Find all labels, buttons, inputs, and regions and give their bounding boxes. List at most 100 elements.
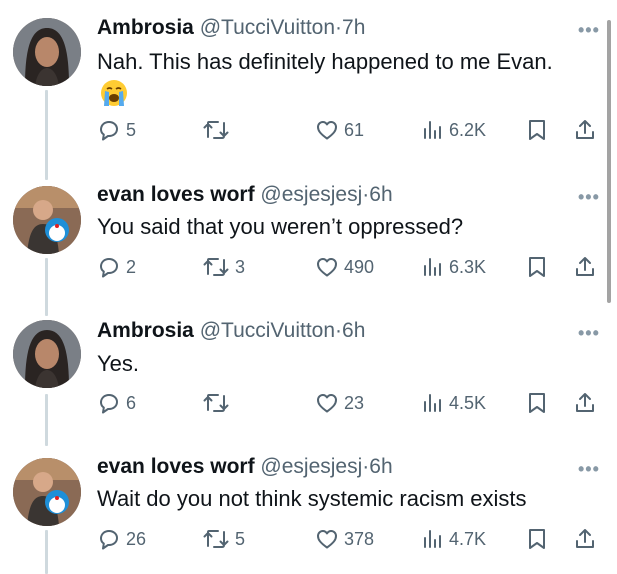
bookmark-icon (529, 257, 545, 277)
reply-count: 2 (126, 256, 137, 277)
retweet-icon (203, 530, 229, 548)
tweet-header: Ambrosia @TucciVuitton·6h (97, 319, 365, 343)
display-name[interactable]: Ambrosia (97, 319, 194, 342)
views-button[interactable]: 6.2K (420, 118, 486, 142)
view-count: 6.3K (449, 256, 487, 277)
reply-icon (100, 394, 118, 414)
like-button[interactable]: 61 (315, 118, 364, 142)
views-icon (424, 530, 441, 548)
display-name[interactable]: evan loves worf (97, 455, 255, 478)
separator: · (335, 16, 343, 39)
thread-line (45, 90, 48, 180)
view-count: 6.2K (449, 119, 487, 140)
views-icon (424, 258, 441, 276)
share-button[interactable] (573, 118, 597, 142)
retweet-icon (203, 258, 229, 276)
reply-button[interactable]: 5 (97, 118, 136, 142)
action-bar: 6 23 4.5K (97, 391, 607, 417)
bookmark-icon (529, 529, 545, 549)
share-icon (576, 120, 594, 139)
retweet-icon (203, 121, 229, 139)
tweet-header: Ambrosia @TucciVuitton·7h (97, 16, 365, 40)
like-button[interactable]: 490 (315, 255, 374, 279)
more-options-icon[interactable]: ••• (578, 188, 600, 206)
reply-icon (100, 530, 118, 550)
tweet-text: Yes. (97, 351, 140, 376)
action-bar: 2 3 490 6.3K (97, 255, 607, 281)
share-icon (576, 529, 594, 548)
share-button[interactable] (573, 255, 597, 279)
user-handle[interactable]: @esjesjesj (260, 183, 362, 206)
like-count: 23 (344, 392, 365, 413)
like-button[interactable]: 23 (315, 391, 364, 415)
thread-line (45, 530, 48, 574)
timestamp[interactable]: 6h (342, 319, 365, 342)
views-button[interactable]: 4.5K (420, 391, 486, 415)
bookmark-button[interactable] (525, 255, 549, 279)
share-button[interactable] (573, 527, 597, 551)
thread-line (45, 394, 48, 446)
avatar[interactable] (13, 18, 81, 86)
reply-icon (100, 121, 118, 141)
reply-button[interactable]: 6 (97, 391, 136, 415)
like-count: 61 (344, 119, 365, 140)
retweet-button[interactable]: 5 (202, 527, 245, 551)
retweet-button[interactable] (202, 118, 235, 142)
avatar[interactable] (13, 458, 81, 526)
bookmark-icon (529, 393, 545, 413)
action-bar: 5 61 6.2K (97, 118, 607, 144)
display-name[interactable]: evan loves worf (97, 183, 255, 206)
separator: · (335, 319, 343, 342)
timestamp[interactable]: 6h (369, 455, 392, 478)
tweet-header: evan loves worf @esjesjesj·6h (97, 183, 393, 207)
user-handle[interactable]: @TucciVuitton (200, 319, 335, 342)
scrollbar[interactable] (607, 20, 611, 303)
tweet-text: You said that you weren’t oppressed? (97, 214, 464, 239)
more-options-icon[interactable]: ••• (578, 21, 600, 39)
action-bar: 26 5 378 4.7K (97, 527, 607, 553)
share-icon (576, 393, 594, 412)
views-icon (424, 394, 441, 412)
heart-icon (317, 394, 337, 413)
bookmark-button[interactable] (525, 118, 549, 142)
user-handle[interactable]: @TucciVuitton (200, 16, 335, 39)
user-handle[interactable]: @esjesjesj (260, 455, 362, 478)
view-count: 4.7K (449, 528, 487, 549)
bookmark-icon (529, 120, 545, 140)
retweet-count: 5 (235, 528, 246, 549)
views-button[interactable]: 6.3K (420, 255, 486, 279)
loudly-crying-emoji (101, 80, 127, 106)
like-count: 378 (344, 528, 375, 549)
heart-icon (317, 121, 337, 140)
reply-count: 6 (126, 392, 137, 413)
retweet-button[interactable]: 3 (202, 255, 245, 279)
avatar[interactable] (13, 186, 81, 254)
timestamp[interactable]: 7h (342, 16, 365, 39)
more-options-icon[interactable]: ••• (578, 324, 600, 342)
timestamp[interactable]: 6h (369, 183, 392, 206)
retweet-icon (203, 394, 229, 412)
reply-button[interactable]: 2 (97, 255, 136, 279)
retweet-button[interactable] (202, 391, 235, 415)
share-icon (576, 257, 594, 276)
reply-count: 5 (126, 119, 137, 140)
view-count: 4.5K (449, 392, 487, 413)
thread-line (45, 258, 48, 316)
bookmark-button[interactable] (525, 391, 549, 415)
like-button[interactable]: 378 (315, 527, 374, 551)
heart-icon (317, 530, 337, 549)
reply-count: 26 (126, 528, 147, 549)
tweet-text: Nah. This has definitely happened to me … (97, 49, 553, 74)
reply-icon (100, 258, 118, 278)
tweet-text: Wait do you not think systemic racism ex… (97, 486, 527, 511)
views-button[interactable]: 4.7K (420, 527, 486, 551)
avatar[interactable] (13, 320, 81, 388)
views-icon (424, 121, 441, 139)
more-options-icon[interactable]: ••• (578, 460, 600, 478)
share-button[interactable] (573, 391, 597, 415)
display-name[interactable]: Ambrosia (97, 16, 194, 39)
like-count: 490 (344, 256, 375, 277)
heart-icon (317, 258, 337, 277)
bookmark-button[interactable] (525, 527, 549, 551)
reply-button[interactable]: 26 (97, 527, 146, 551)
